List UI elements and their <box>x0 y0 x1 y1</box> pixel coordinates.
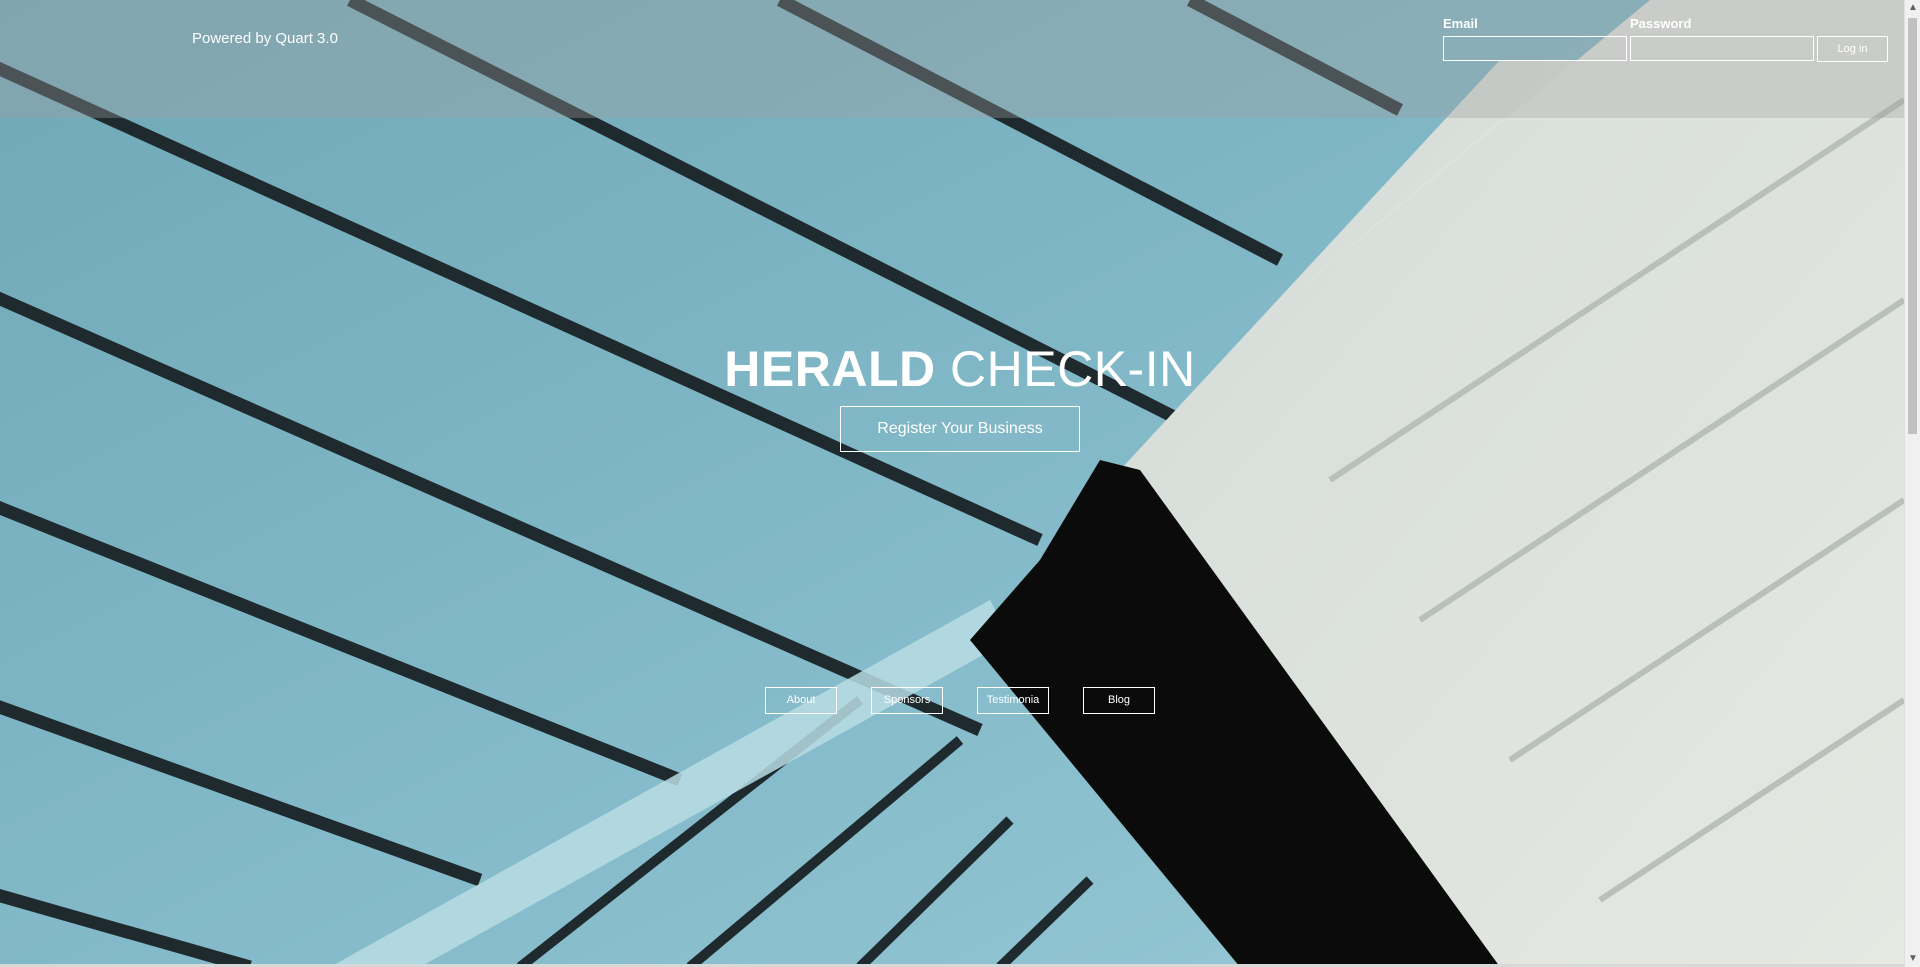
email-label: Email <box>1443 16 1478 31</box>
page: Powered by Quart 3.0 Email Password Log … <box>0 0 1920 967</box>
vertical-scrollbar[interactable]: ▲ ▼ <box>1904 0 1920 967</box>
email-field[interactable] <box>1443 36 1627 61</box>
powered-by-text: Powered by Quart 3.0 <box>192 30 338 47</box>
nav-testimonials-button[interactable]: Testimonia <box>977 687 1049 714</box>
password-field[interactable] <box>1630 36 1814 61</box>
nav-about-button[interactable]: About <box>765 687 837 714</box>
chevron-up-icon[interactable]: ▲ <box>1905 0 1920 16</box>
nav-sponsors-button[interactable]: Sponsors <box>871 687 943 714</box>
login-form: Email Password Log in <box>1443 16 1893 66</box>
hero-title-bold: HERALD <box>724 341 936 397</box>
chevron-down-icon[interactable]: ▼ <box>1905 951 1920 967</box>
password-label: Password <box>1630 16 1692 31</box>
top-navbar: Powered by Quart 3.0 Email Password Log … <box>0 0 1904 118</box>
hero-title: HERALD CHECK-IN <box>0 340 1920 398</box>
background-photo <box>0 0 1920 967</box>
register-business-button[interactable]: Register Your Business <box>840 406 1080 452</box>
login-button[interactable]: Log in <box>1817 36 1888 62</box>
scrollbar-thumb[interactable] <box>1908 18 1917 434</box>
hero-title-light: CHECK-IN <box>950 341 1196 397</box>
nav-blog-button[interactable]: Blog <box>1083 687 1155 714</box>
